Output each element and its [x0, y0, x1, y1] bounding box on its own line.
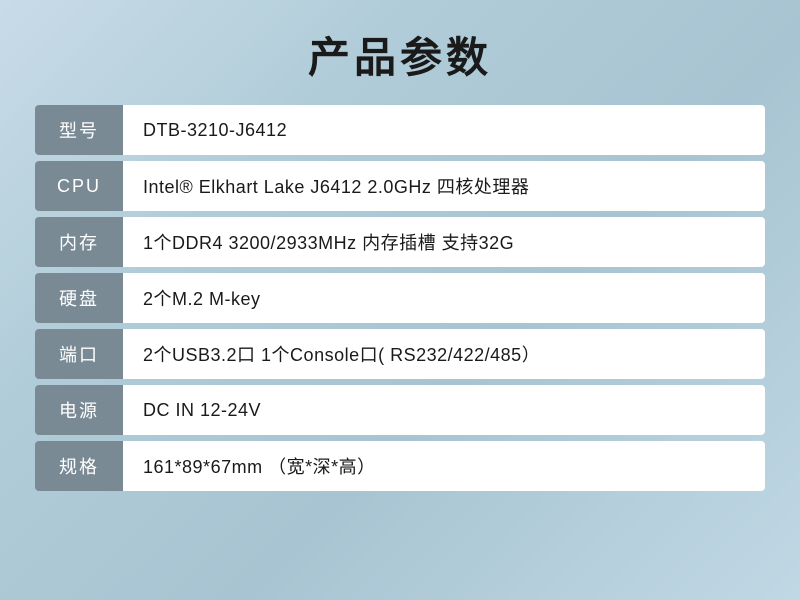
specs-table: 型号DTB-3210-J6412CPUIntel® Elkhart Lake J…: [35, 105, 765, 497]
page-title: 产品参数: [308, 24, 492, 85]
value-memory: 1个DDR4 3200/2933MHz 内存插槽 支持32G: [123, 217, 765, 267]
label-power: 电源: [35, 385, 123, 435]
label-ports: 端口: [35, 329, 123, 379]
label-dimensions: 规格: [35, 441, 123, 491]
value-power: DC IN 12-24V: [123, 385, 765, 435]
table-row-dimensions: 规格161*89*67mm （宽*深*高）: [35, 441, 765, 491]
table-row-memory: 内存1个DDR4 3200/2933MHz 内存插槽 支持32G: [35, 217, 765, 267]
value-storage: 2个M.2 M-key: [123, 273, 765, 323]
table-row-cpu: CPUIntel® Elkhart Lake J6412 2.0GHz 四核处理…: [35, 161, 765, 211]
value-ports: 2个USB3.2口 1个Console口( RS232/422/485）: [123, 329, 765, 379]
value-model: DTB-3210-J6412: [123, 105, 765, 155]
table-row-power: 电源DC IN 12-24V: [35, 385, 765, 435]
value-cpu: Intel® Elkhart Lake J6412 2.0GHz 四核处理器: [123, 161, 765, 211]
table-row-ports: 端口2个USB3.2口 1个Console口( RS232/422/485）: [35, 329, 765, 379]
table-row-model: 型号DTB-3210-J6412: [35, 105, 765, 155]
table-row-storage: 硬盘2个M.2 M-key: [35, 273, 765, 323]
label-model: 型号: [35, 105, 123, 155]
label-memory: 内存: [35, 217, 123, 267]
label-cpu: CPU: [35, 161, 123, 211]
value-dimensions: 161*89*67mm （宽*深*高）: [123, 441, 765, 491]
label-storage: 硬盘: [35, 273, 123, 323]
